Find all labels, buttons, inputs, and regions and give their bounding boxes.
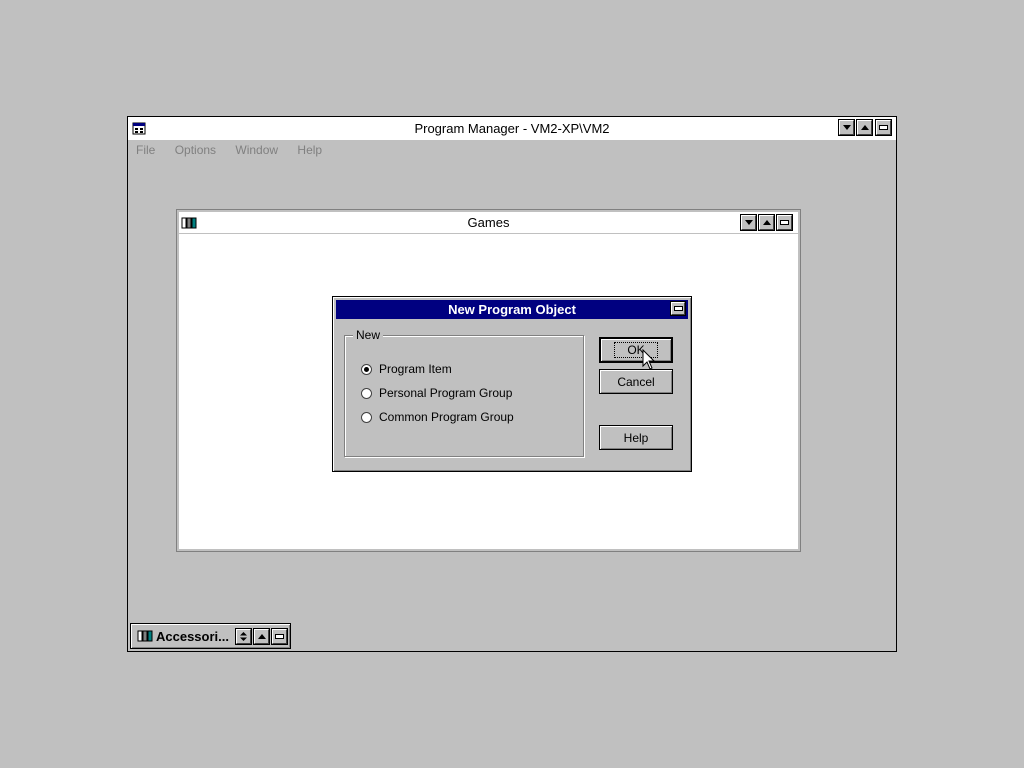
menu-window[interactable]: Window bbox=[235, 143, 278, 157]
accessories-close-button[interactable] bbox=[271, 628, 288, 645]
radio-common-program-group[interactable]: Common Program Group bbox=[361, 410, 514, 424]
new-group-label: New bbox=[353, 328, 384, 342]
close-icon bbox=[780, 220, 789, 225]
radio-button[interactable] bbox=[361, 363, 372, 375]
ok-button[interactable]: OK bbox=[599, 337, 673, 363]
new-program-object-dialog: New Program Object New Program Item Pers… bbox=[332, 296, 692, 472]
cancel-button[interactable]: Cancel bbox=[599, 369, 673, 394]
accessories-minimized-window[interactable]: Accessori... bbox=[130, 623, 291, 649]
minimize-icon bbox=[842, 125, 851, 130]
menu-options[interactable]: Options bbox=[175, 143, 216, 157]
menu-help[interactable]: Help bbox=[297, 143, 322, 157]
dialog-title: New Program Object bbox=[448, 302, 576, 317]
help-button[interactable]: Help bbox=[599, 425, 673, 450]
maximize-icon bbox=[860, 125, 869, 130]
cancel-label: Cancel bbox=[617, 374, 655, 389]
restore-icon bbox=[240, 632, 247, 641]
program-manager-icon[interactable] bbox=[131, 120, 147, 136]
radio-label: Common Program Group bbox=[379, 410, 514, 424]
accessories-maximize-button[interactable] bbox=[253, 628, 270, 645]
close-icon bbox=[275, 634, 284, 639]
help-label: Help bbox=[623, 430, 649, 445]
group-icon bbox=[137, 629, 153, 646]
menu-file[interactable]: File bbox=[136, 143, 155, 157]
program-manager-title: Program Manager - VM2-XP\VM2 bbox=[414, 121, 610, 136]
maximize-icon bbox=[257, 634, 266, 639]
radio-personal-program-group[interactable]: Personal Program Group bbox=[361, 386, 512, 400]
radio-selected-dot bbox=[364, 366, 369, 372]
maximize-icon bbox=[762, 220, 771, 225]
mouse-cursor-icon bbox=[642, 349, 656, 370]
dialog-titlebar[interactable]: New Program Object bbox=[336, 300, 688, 319]
games-close-button[interactable] bbox=[776, 214, 793, 231]
minimize-icon bbox=[744, 220, 753, 225]
program-manager-titlebar[interactable]: Program Manager - VM2-XP\VM2 bbox=[128, 117, 896, 140]
maximize-button[interactable] bbox=[856, 119, 873, 136]
radio-button[interactable] bbox=[361, 411, 372, 423]
close-icon bbox=[673, 306, 683, 311]
accessories-label: Accessori... bbox=[156, 629, 229, 644]
group-icon[interactable] bbox=[181, 215, 197, 231]
games-maximize-button[interactable] bbox=[758, 214, 775, 231]
radio-label: Program Item bbox=[379, 362, 452, 376]
radio-program-item[interactable]: Program Item bbox=[361, 362, 452, 376]
dialog-close-button[interactable] bbox=[670, 301, 686, 316]
games-minimize-button[interactable] bbox=[740, 214, 757, 231]
games-title: Games bbox=[467, 215, 510, 230]
menu-bar: File Options Window Help bbox=[136, 143, 338, 157]
restore-button[interactable] bbox=[235, 628, 252, 645]
close-button[interactable] bbox=[875, 119, 892, 136]
minimize-button[interactable] bbox=[838, 119, 855, 136]
radio-button[interactable] bbox=[361, 387, 372, 399]
games-titlebar[interactable]: Games bbox=[179, 212, 798, 233]
radio-label: Personal Program Group bbox=[379, 386, 513, 400]
close-icon bbox=[879, 125, 888, 130]
